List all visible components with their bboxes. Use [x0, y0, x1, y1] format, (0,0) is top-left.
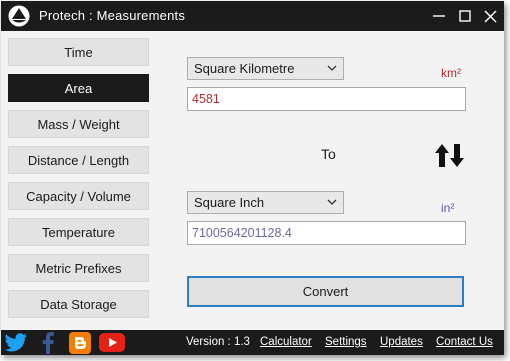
app-window: Protech : Measurements Time Area Mass / …	[1, 1, 504, 355]
from-unit-selected-label: Square Kilometre	[194, 61, 295, 76]
settings-link[interactable]: Settings	[325, 336, 367, 348]
blogger-button[interactable]	[65, 330, 95, 355]
sidebar-item-mass-weight[interactable]: Mass / Weight	[8, 110, 149, 138]
facebook-button[interactable]	[33, 330, 63, 355]
to-value-field[interactable]: 7100564201128.4	[187, 221, 466, 245]
sidebar-item-capacity-volume[interactable]: Capacity / Volume	[8, 182, 149, 210]
to-unit-selected-label: Square Inch	[194, 195, 265, 210]
version-label: Version : 1.3	[186, 336, 250, 348]
close-button[interactable]	[475, 1, 504, 31]
youtube-icon	[99, 333, 125, 352]
close-icon	[483, 9, 497, 23]
to-unit-symbol: in²	[441, 201, 455, 215]
chevron-down-icon	[327, 65, 337, 71]
twitter-icon	[4, 332, 28, 351]
contact-us-link[interactable]: Contact Us	[436, 336, 493, 348]
from-unit-select[interactable]: Square Kilometre	[187, 57, 344, 80]
sidebar-item-temperature[interactable]: Temperature	[8, 218, 149, 246]
from-value-input[interactable]: 4581	[187, 87, 466, 111]
from-unit-symbol: km²	[441, 66, 461, 80]
to-label: To	[321, 146, 336, 162]
twitter-button[interactable]	[1, 330, 31, 355]
youtube-button[interactable]	[97, 330, 127, 355]
sidebar-item-time[interactable]: Time	[8, 38, 149, 66]
convert-button[interactable]: Convert	[187, 276, 464, 307]
updates-link[interactable]: Updates	[380, 336, 423, 348]
from-value-text: 4581	[192, 92, 220, 106]
blogger-icon	[69, 331, 91, 354]
minimize-icon	[433, 15, 445, 17]
sidebar-item-metric-prefixes[interactable]: Metric Prefixes	[8, 254, 149, 282]
app-logo-icon	[8, 5, 30, 27]
footer-bar: Version : 1.3 Calculator Settings Update…	[1, 330, 504, 355]
facebook-icon	[42, 331, 54, 354]
calculator-link[interactable]: Calculator	[260, 336, 312, 348]
swap-units-icon[interactable]	[433, 142, 465, 169]
to-unit-select[interactable]: Square Inch	[187, 191, 344, 214]
window-title: Protech : Measurements	[39, 8, 186, 23]
sidebar-item-area[interactable]: Area	[8, 74, 149, 102]
title-bar[interactable]: Protech : Measurements	[1, 1, 504, 31]
sidebar-item-data-storage[interactable]: Data Storage	[8, 290, 149, 318]
sidebar-item-distance-length[interactable]: Distance / Length	[8, 146, 149, 174]
maximize-icon	[459, 10, 471, 22]
chevron-down-icon	[327, 199, 337, 205]
to-value-text: 7100564201128.4	[192, 226, 292, 240]
